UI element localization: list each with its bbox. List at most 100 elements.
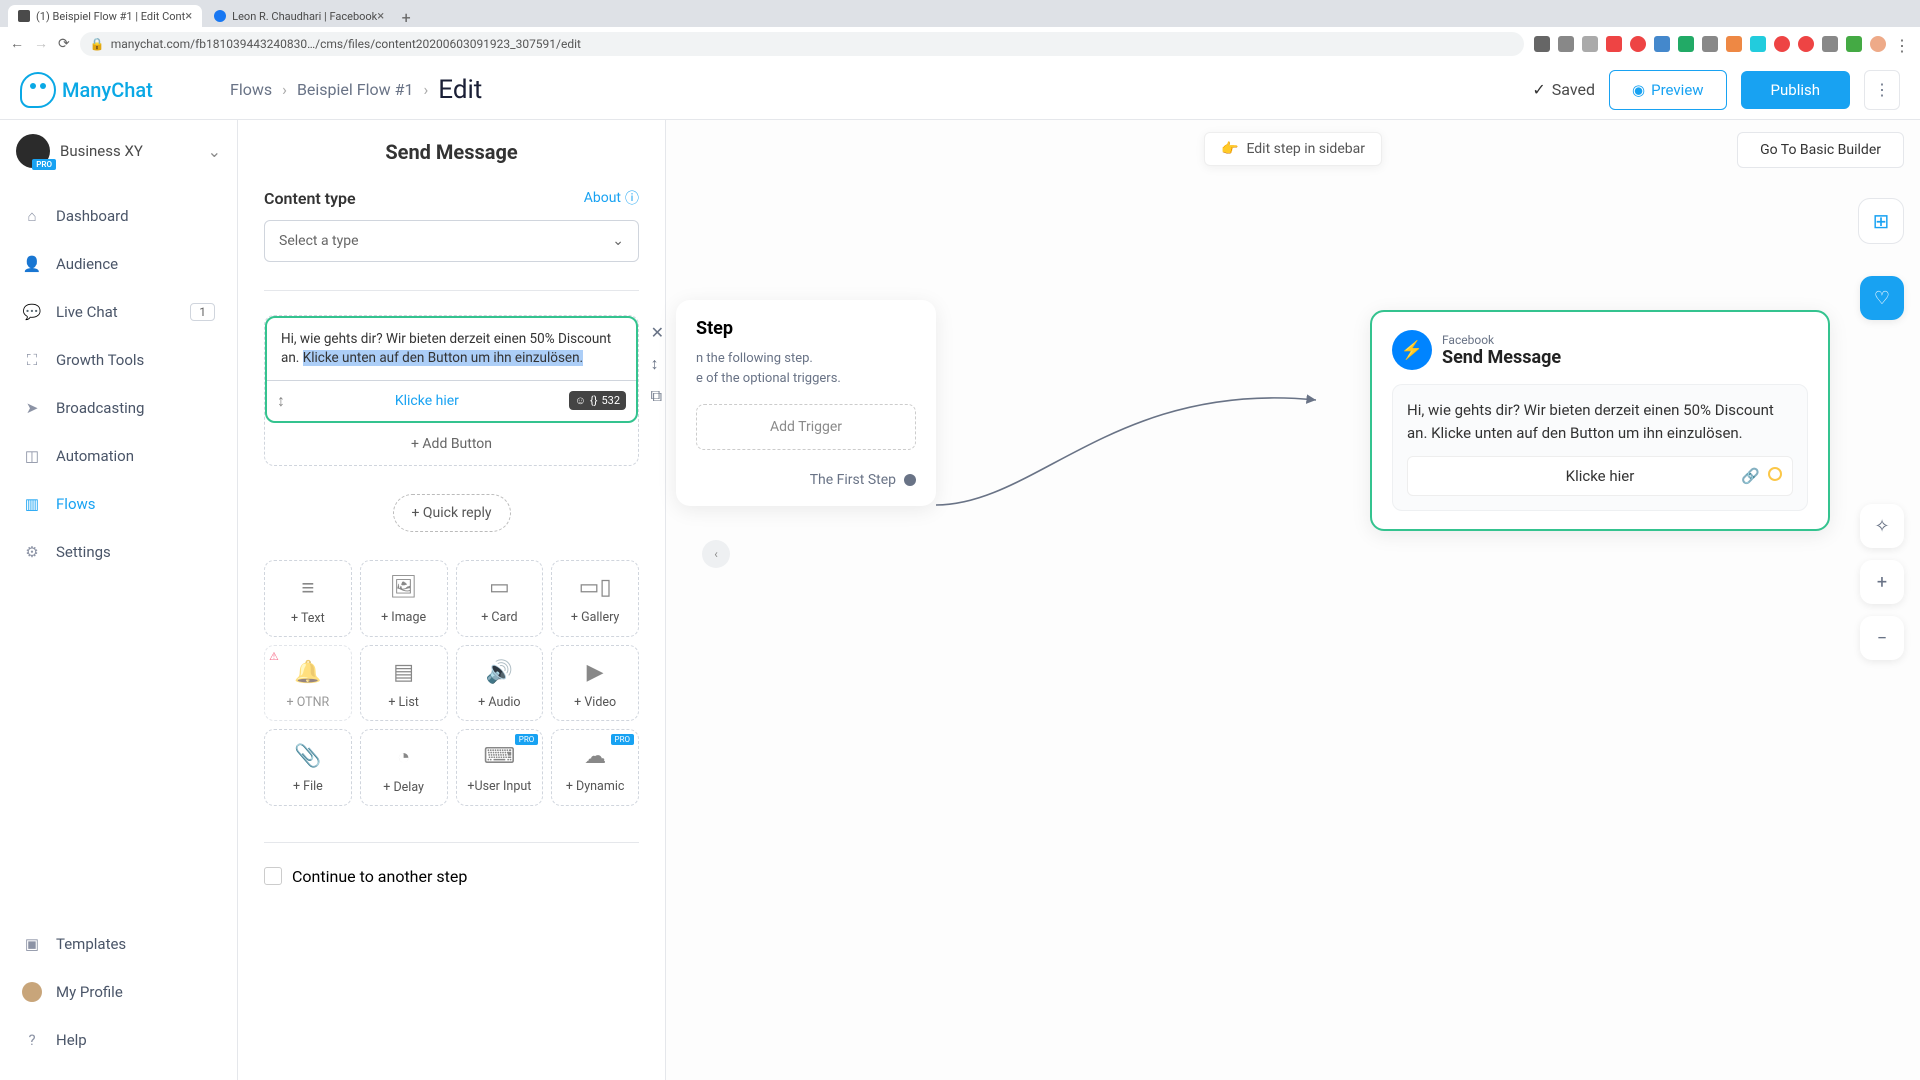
sidebar-item-audience[interactable]: 👤 Audience — [0, 240, 237, 288]
pro-badge: PRO — [32, 159, 56, 170]
fit-button[interactable]: ✧ — [1860, 504, 1904, 548]
sidebar-item-help[interactable]: ? Help — [0, 1016, 237, 1064]
browser-tab-active[interactable]: (1) Beispiel Flow #1 | Edit Cont × — [8, 5, 202, 27]
tile-image[interactable]: 🖼+ Image — [360, 560, 448, 637]
emoji-icon[interactable]: ☺ — [575, 394, 586, 407]
output-port-icon[interactable] — [1768, 467, 1782, 481]
message-button-label[interactable]: Klicke hier — [295, 389, 559, 413]
heart-button[interactable]: ♡ — [1860, 276, 1904, 320]
sidebar-item-flows[interactable]: ▥ Flows — [0, 480, 237, 528]
favicon — [214, 10, 226, 22]
tile-delay[interactable]: ◔+ Delay — [360, 729, 448, 806]
quick-reply-button[interactable]: + Quick reply — [393, 494, 511, 532]
basic-builder-button[interactable]: Go To Basic Builder — [1737, 132, 1904, 168]
add-button[interactable]: + Add Button — [265, 423, 638, 465]
menu-icon[interactable]: ⋮ — [1894, 36, 1910, 52]
tile-list[interactable]: ▤+ List — [360, 645, 448, 721]
sidebar-item-broadcasting[interactable]: ➤ Broadcasting — [0, 384, 237, 432]
ext-icon[interactable] — [1702, 36, 1718, 52]
message-text-input[interactable]: Hi, wie gehts dir? Wir bieten derzeit ei… — [267, 318, 636, 380]
address-bar-row: ← → ⟳ 🔒 manychat.com/fb181039443240830…/… — [0, 27, 1920, 60]
ext-icon[interactable] — [1846, 36, 1862, 52]
about-text: About — [584, 190, 621, 206]
close-icon[interactable]: ✕ — [651, 323, 664, 342]
publish-button[interactable]: Publish — [1741, 71, 1850, 109]
chevron-down-icon: ⌄ — [208, 142, 221, 161]
sidebar-item-automation[interactable]: ◫ Automation — [0, 432, 237, 480]
collapse-button[interactable]: ‹ — [702, 540, 730, 568]
content-type-select[interactable]: Select a type ⌄ — [264, 220, 639, 262]
tile-audio[interactable]: 🔊+ Audio — [456, 645, 544, 721]
braces-icon[interactable]: {} — [590, 394, 597, 407]
ext-icon[interactable] — [1606, 36, 1622, 52]
close-icon[interactable]: × — [185, 9, 192, 24]
ext-icon[interactable] — [1774, 36, 1790, 52]
sidebar-item-livechat[interactable]: 💬 Live Chat 1 — [0, 288, 237, 336]
favicon — [18, 10, 30, 22]
ext-icon[interactable] — [1678, 36, 1694, 52]
address-bar[interactable]: 🔒 manychat.com/fb181039443240830…/cms/fi… — [80, 32, 1524, 56]
tile-otnr[interactable]: ⚠🔔+ OTNR — [264, 645, 352, 721]
ext-icon[interactable] — [1822, 36, 1838, 52]
tile-label: + Card — [481, 610, 517, 625]
add-node-button[interactable]: ⊞ — [1858, 198, 1904, 244]
drag-handle-icon[interactable]: ↕ — [277, 391, 285, 411]
sidebar-item-dashboard[interactable]: ⌂ Dashboard — [0, 192, 237, 240]
ext-icon[interactable] — [1750, 36, 1766, 52]
business-switcher[interactable]: PRO Business XY ⌄ — [0, 120, 237, 182]
expand-icon: ⛶ — [22, 350, 42, 370]
page-title: Edit — [438, 75, 482, 105]
ext-icon[interactable] — [1558, 36, 1574, 52]
ext-icon[interactable] — [1534, 36, 1550, 52]
avatar[interactable] — [1870, 36, 1886, 52]
sidebar-item-settings[interactable]: ⚙ Settings — [0, 528, 237, 576]
move-icon[interactable]: ↕ — [651, 354, 664, 374]
ext-icon[interactable] — [1798, 36, 1814, 52]
continue-step-row[interactable]: Continue to another step — [264, 842, 639, 886]
about-link[interactable]: About ⓘ — [584, 188, 639, 208]
video-icon: ▶ — [587, 660, 604, 685]
preview-button[interactable]: ◉ Preview — [1609, 70, 1727, 110]
saved-label: Saved — [1552, 80, 1595, 99]
add-trigger-slot[interactable]: Add Trigger — [696, 404, 916, 450]
ext-icon[interactable] — [1654, 36, 1670, 52]
breadcrumb-flow[interactable]: Beispiel Flow #1 — [297, 80, 414, 99]
output-port[interactable] — [904, 474, 916, 486]
forward-icon[interactable]: → — [34, 35, 48, 52]
chevron-right-icon: › — [282, 80, 287, 99]
tile-text[interactable]: ≡+ Text — [264, 560, 352, 637]
ext-icon[interactable] — [1582, 36, 1598, 52]
zoom-out-button[interactable]: − — [1860, 616, 1904, 660]
tile-dynamic[interactable]: PRO☁+ Dynamic — [551, 729, 639, 806]
tile-video[interactable]: ▶+ Video — [551, 645, 639, 721]
sidebar-item-templates[interactable]: ▣ Templates — [0, 920, 237, 968]
sidebar-item-growth[interactable]: ⛶ Growth Tools — [0, 336, 237, 384]
close-icon[interactable]: × — [377, 9, 384, 24]
tile-userinput[interactable]: PRO⌨+User Input — [456, 729, 544, 806]
select-placeholder: Select a type — [279, 233, 359, 249]
copy-icon[interactable]: ⧉ — [651, 386, 664, 406]
chevron-left-icon: ‹ — [714, 547, 718, 561]
preview-button[interactable]: Klicke hier 🔗 — [1407, 456, 1793, 496]
reload-icon[interactable]: ⟳ — [58, 36, 70, 52]
tile-gallery[interactable]: ▭▯+ Gallery — [551, 560, 639, 637]
flow-canvas[interactable]: 👉 Edit step in sidebar Go To Basic Build… — [666, 120, 1920, 1080]
zoom-in-button[interactable]: + — [1860, 560, 1904, 604]
tile-file[interactable]: 📎+ File — [264, 729, 352, 806]
new-tab-button[interactable]: + — [396, 8, 416, 27]
send-message-card[interactable]: ⚡ Facebook Send Message Hi, wie gehts di… — [1370, 310, 1830, 531]
more-menu-button[interactable]: ⋮ — [1864, 70, 1900, 110]
business-name: Business XY — [60, 142, 198, 160]
brand-logo[interactable]: ManyChat — [20, 72, 230, 108]
tile-card[interactable]: ▭+ Card — [456, 560, 544, 637]
sidebar-item-profile[interactable]: My Profile — [0, 968, 237, 1016]
ext-icon[interactable] — [1726, 36, 1742, 52]
browser-tab[interactable]: Leon R. Chaudhari | Facebook × — [204, 5, 394, 27]
back-icon[interactable]: ← — [10, 35, 24, 52]
message-block[interactable]: Hi, wie gehts dir? Wir bieten derzeit ei… — [265, 316, 638, 423]
canvas-notice[interactable]: 👉 Edit step in sidebar — [1204, 132, 1382, 166]
breadcrumb-root[interactable]: Flows — [230, 80, 272, 99]
checkbox[interactable] — [264, 867, 282, 885]
ext-icon[interactable] — [1630, 36, 1646, 52]
start-step-card[interactable]: Step n the following step. e of the opti… — [676, 300, 936, 506]
